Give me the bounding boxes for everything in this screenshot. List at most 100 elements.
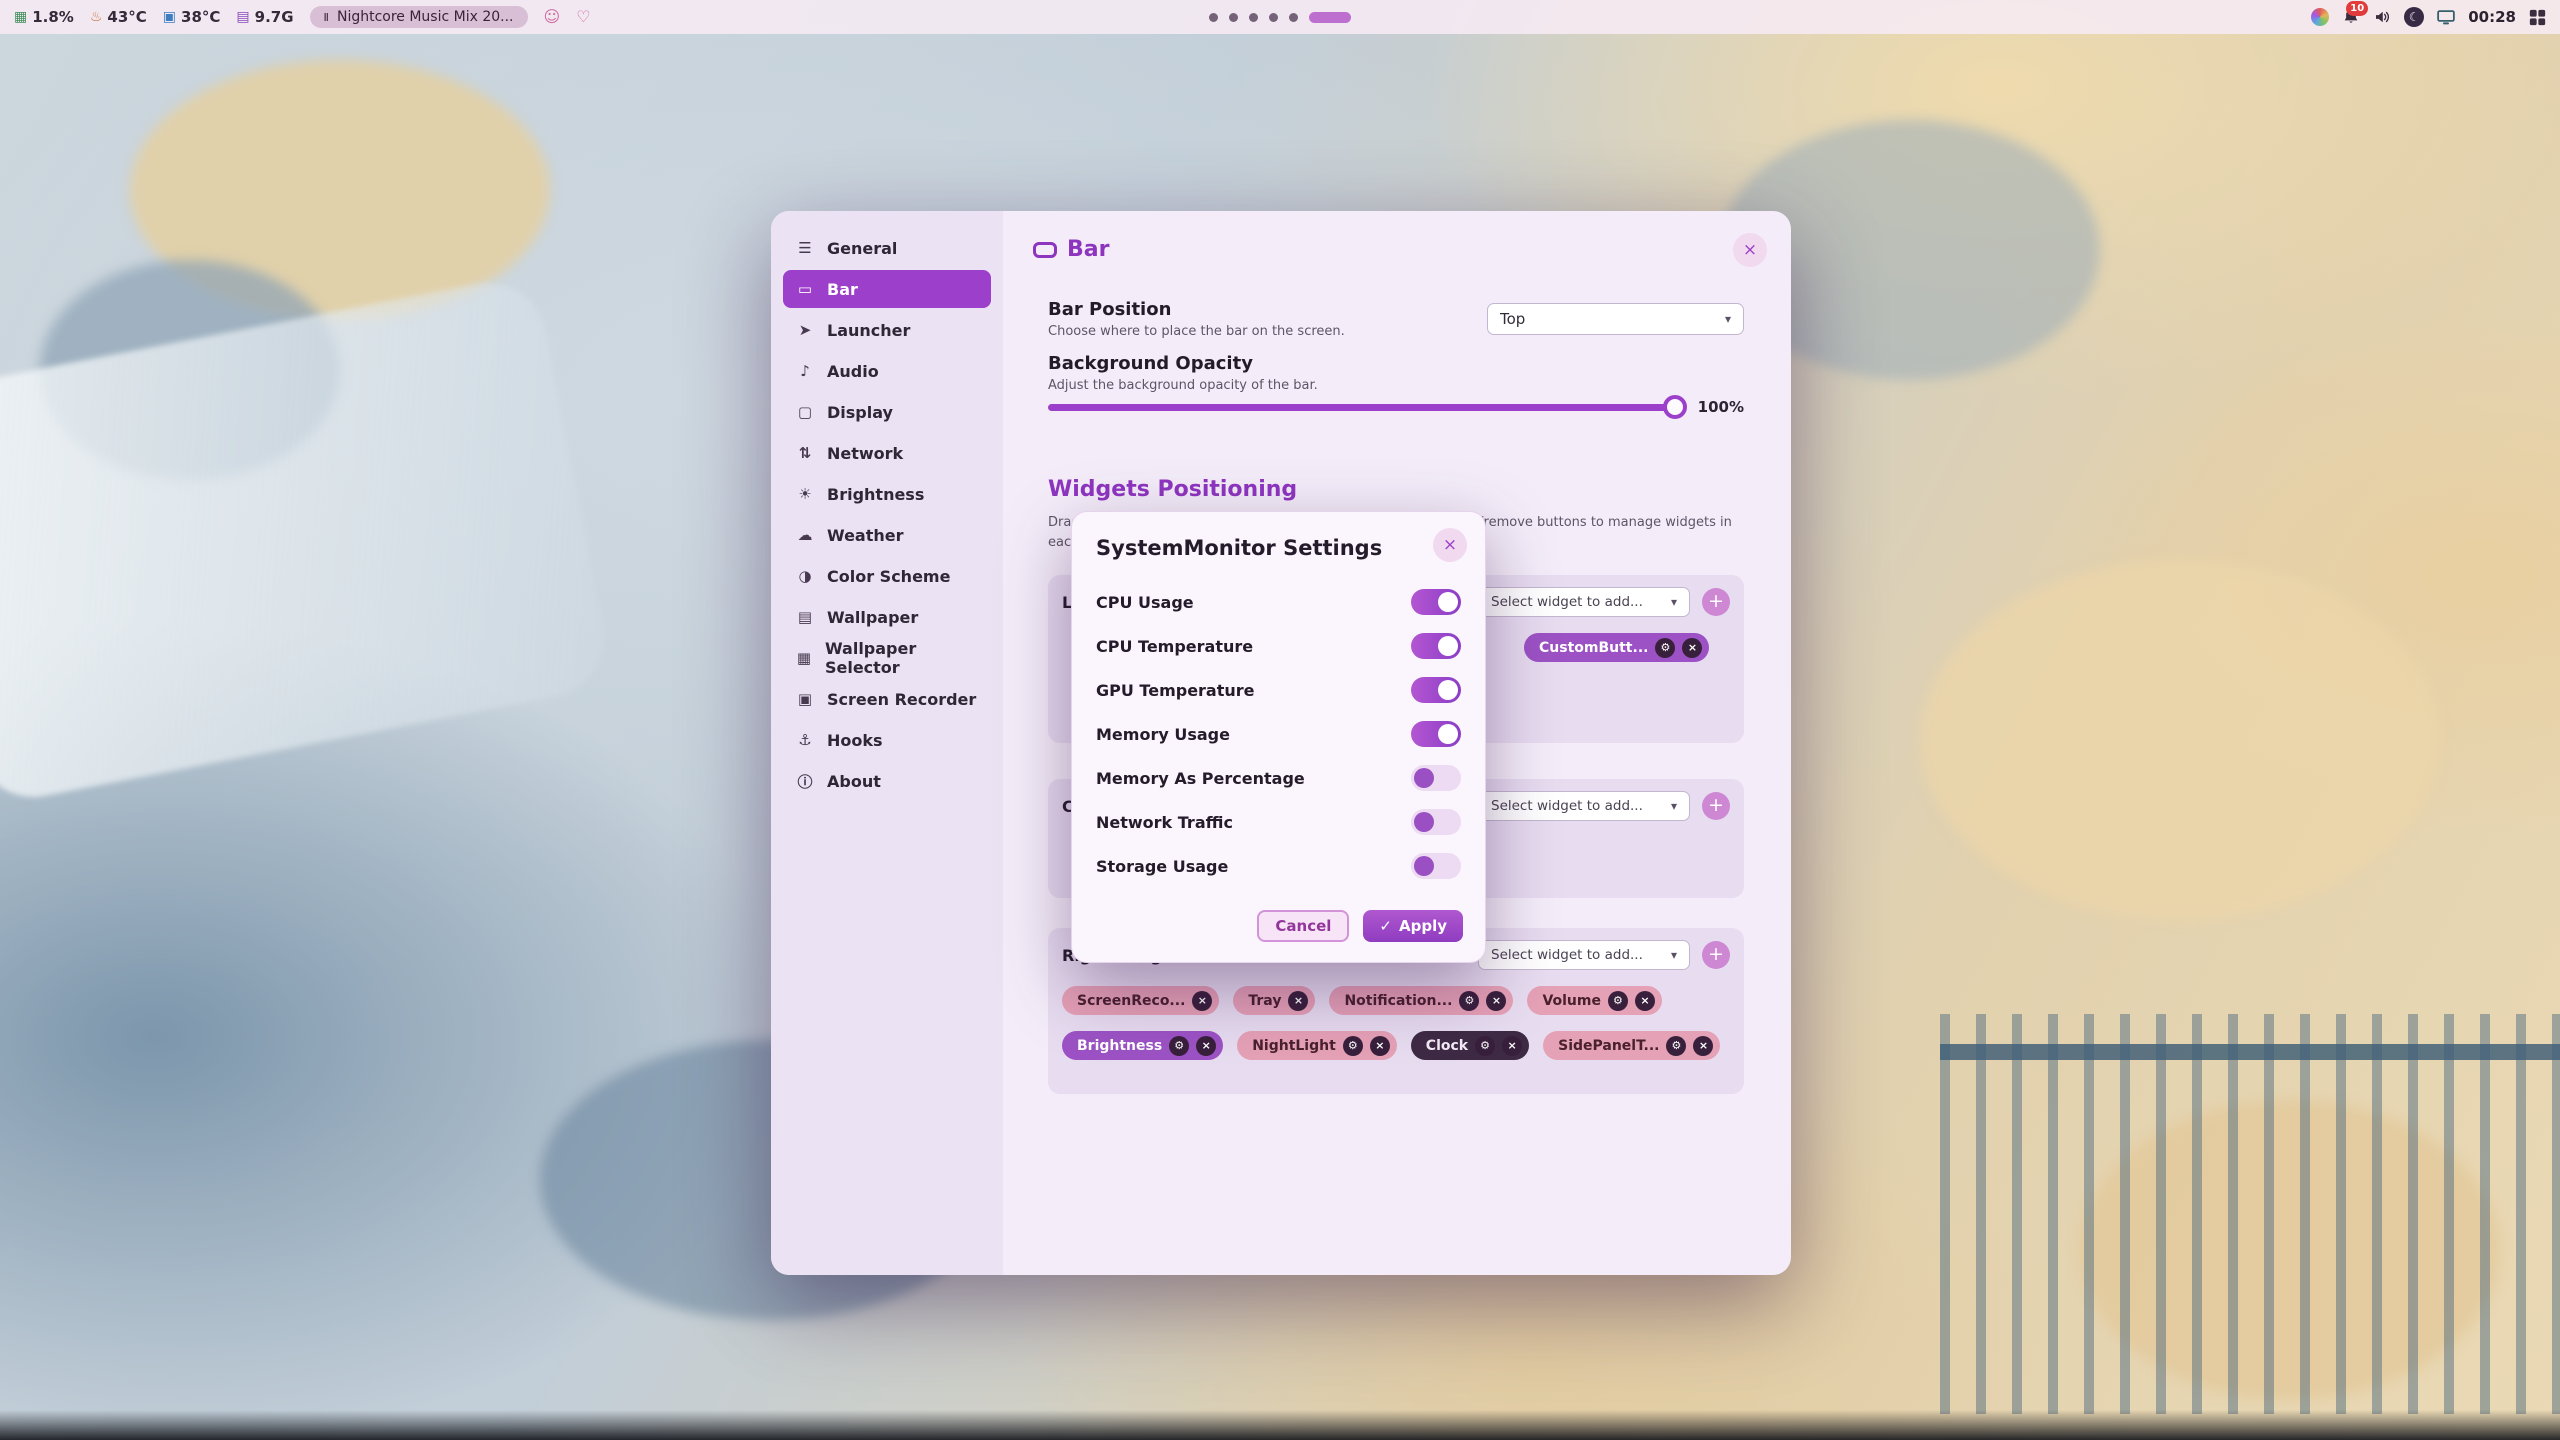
night-light-toggle[interactable]: ☾ [2404,7,2424,27]
workspace-dot[interactable] [1229,13,1238,22]
toggle-network-traffic[interactable] [1411,809,1461,835]
sidebar-item-wallpaper-selector[interactable]: ▦ Wallpaper Selector [783,639,991,677]
toggle-label: Memory Usage [1096,725,1230,744]
sidebar-item-general[interactable]: ☰ General [783,229,991,267]
toggle-cpu-usage[interactable] [1411,589,1461,615]
media-player-widget[interactable]: Ⅱ Nightcore Music Mix 20... [310,6,528,28]
ram-value: 9.7G [255,8,294,26]
center-widgets-add-dropdown[interactable]: Select widget to add... ▾ [1478,791,1690,821]
sidebar-item-wallpaper[interactable]: ▤ Wallpaper [783,598,991,636]
video-icon: ▣ [795,690,815,708]
modal-close-button[interactable]: × [1433,528,1467,562]
right-widgets-add-dropdown[interactable]: Select widget to add... ▾ [1478,940,1690,970]
toggle-row-gpu-temperature: GPU Temperature [1096,668,1461,712]
widget-remove-icon[interactable]: × [1682,638,1702,658]
cpu-temp-stat[interactable]: ♨ 43°C [90,8,147,26]
background-opacity-slider[interactable] [1048,404,1684,411]
color-picker-icon[interactable] [2311,8,2329,26]
apply-button[interactable]: ✓ Apply [1363,910,1463,942]
check-icon: ✓ [1379,917,1392,935]
notifications-button[interactable]: 10 [2342,8,2360,26]
sidebar-item-weather[interactable]: ☁ Weather [783,516,991,554]
gpu-temp-stat[interactable]: ▣ 38°C [163,8,221,26]
widget-remove-icon[interactable]: × [1693,1036,1713,1056]
toggle-label: Network Traffic [1096,813,1233,832]
sidebar-item-label: Audio [827,362,879,381]
slider-knob[interactable] [1663,395,1687,419]
sidebar-item-screen-recorder[interactable]: ▣ Screen Recorder [783,680,991,718]
toggle-gpu-temperature[interactable] [1411,677,1461,703]
widget-chip-label: Clock [1426,1038,1468,1054]
widget-chip-notifications[interactable]: Notification... ⚙ × [1329,986,1513,1015]
workspace-dot[interactable] [1269,13,1278,22]
switch-knob [1414,856,1434,876]
widget-chip-screenrecorder[interactable]: ScreenReco... × [1062,986,1219,1015]
sidebar-item-launcher[interactable]: ➤ Launcher [783,311,991,349]
sidebar-item-network[interactable]: ⇅ Network [783,434,991,472]
emoji-icon[interactable]: ☺ [544,9,561,25]
sidebar-item-bar[interactable]: ▭ Bar [783,270,991,308]
volume-icon[interactable] [2373,8,2391,26]
widget-chip-nightlight[interactable]: NightLight ⚙ × [1237,1031,1397,1060]
widget-chip-label: Notification... [1344,993,1452,1009]
sidebar-item-color-scheme[interactable]: ◑ Color Scheme [783,557,991,595]
workspace-indicator[interactable] [1209,0,1351,34]
cpu-usage-stat[interactable]: ▦ 1.8% [14,8,74,26]
widget-settings-gear-icon[interactable]: ⚙ [1169,1036,1189,1056]
widget-settings-gear-icon[interactable]: ⚙ [1475,1036,1495,1056]
workspace-active-pill[interactable] [1309,12,1351,23]
sidebar-item-display[interactable]: ▢ Display [783,393,991,431]
toggle-memory-usage[interactable] [1411,721,1461,747]
ram-stat[interactable]: ▤ 9.7G [236,8,293,26]
widget-settings-gear-icon[interactable]: ⚙ [1666,1036,1686,1056]
toggle-memory-as-percentage[interactable] [1411,765,1461,791]
launcher-icon: ➤ [795,321,815,339]
widget-settings-gear-icon[interactable]: ⚙ [1608,991,1628,1011]
widget-remove-icon[interactable]: × [1192,991,1212,1011]
close-button[interactable]: × [1733,233,1767,267]
switch-knob [1438,592,1458,612]
widget-chip-brightness[interactable]: Brightness ⚙ × [1062,1031,1223,1060]
widget-chip-volume[interactable]: Volume ⚙ × [1527,986,1662,1015]
widget-chip-tray[interactable]: Tray × [1233,986,1315,1015]
sidebar-item-label: Network [827,444,903,463]
widget-remove-icon[interactable]: × [1196,1036,1216,1056]
toggle-storage-usage[interactable] [1411,853,1461,879]
widget-remove-icon[interactable]: × [1370,1036,1390,1056]
widget-chip-clock[interactable]: Clock ⚙ × [1411,1031,1529,1060]
add-widget-button[interactable]: + [1702,588,1730,616]
toggle-label: Storage Usage [1096,857,1228,876]
widget-remove-icon[interactable]: × [1635,991,1655,1011]
screen-record-icon[interactable] [2437,10,2455,25]
widget-remove-icon[interactable]: × [1502,1036,1522,1056]
workspace-dot[interactable] [1249,13,1258,22]
widget-remove-icon[interactable]: × [1288,991,1308,1011]
widget-chip-custombutton[interactable]: CustomButt... ⚙ × [1524,633,1709,662]
widget-settings-gear-icon[interactable]: ⚙ [1655,638,1675,658]
app-grid-icon[interactable] [2529,9,2546,26]
widget-settings-gear-icon[interactable]: ⚙ [1343,1036,1363,1056]
add-widget-button[interactable]: + [1702,792,1730,820]
cancel-button[interactable]: Cancel [1257,910,1349,942]
sidebar-item-audio[interactable]: ♪ Audio [783,352,991,390]
sidebar-item-label: Bar [827,280,858,299]
widget-chip-label: ScreenReco... [1077,993,1185,1009]
sidebar-item-brightness[interactable]: ☀ Brightness [783,475,991,513]
bar-icon: ▭ [795,280,815,298]
widget-settings-gear-icon[interactable]: ⚙ [1459,991,1479,1011]
left-widgets-add-dropdown[interactable]: Select widget to add... ▾ [1478,587,1690,617]
images-icon: ▦ [795,649,813,667]
sidebar-item-about[interactable]: ⓘ About [783,762,991,800]
sidebar-item-hooks[interactable]: ⚓ Hooks [783,721,991,759]
cpu-icon: ▦ [14,9,27,25]
modal-toggle-list: CPU Usage CPU Temperature GPU Temperatur… [1096,580,1461,888]
heart-icon[interactable]: ♡ [576,9,590,25]
workspace-dot[interactable] [1209,13,1218,22]
bar-position-dropdown[interactable]: Top ▾ [1487,303,1744,335]
widget-remove-icon[interactable]: × [1486,991,1506,1011]
add-widget-button[interactable]: + [1702,941,1730,969]
clock[interactable]: 00:28 [2468,8,2516,26]
toggle-cpu-temperature[interactable] [1411,633,1461,659]
workspace-dot[interactable] [1289,13,1298,22]
widget-chip-sidepanel[interactable]: SidePanelT... ⚙ × [1543,1031,1720,1060]
